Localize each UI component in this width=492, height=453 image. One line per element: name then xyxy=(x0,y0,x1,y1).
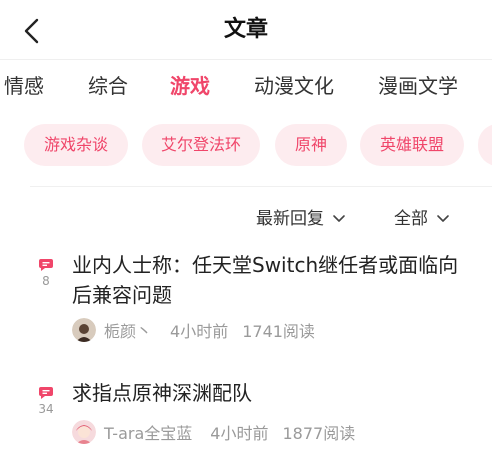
chevron-down-icon xyxy=(437,215,449,222)
avatar[interactable] xyxy=(72,318,96,342)
filter-dropdown[interactable]: 全部 xyxy=(394,206,450,232)
post-item[interactable]: 8 业内人士称：任天堂Switch继任者或面临向后兼容问题 栀颜丶 4小时前 1… xyxy=(0,248,492,348)
post-time: 4小时前 xyxy=(210,424,269,443)
view-count: 1877阅读 xyxy=(282,424,356,443)
article-list-page: 文章 情感 综合 游戏 动漫文化 漫画文学 游戏杂谈 艾尔登法环 原神 英雄联盟… xyxy=(0,0,492,453)
avatar[interactable] xyxy=(72,420,96,444)
post-title[interactable]: 业内人士称：任天堂Switch继任者或面临向后兼容问题 xyxy=(72,250,472,310)
author-name[interactable]: T-ara全宝蓝 xyxy=(104,420,192,444)
sort-bar: 最新回复 全部 xyxy=(0,202,492,236)
header-divider xyxy=(0,59,492,60)
sort-order-label: 最新回复 xyxy=(256,209,324,229)
post-item[interactable]: 34 求指点原神深渊配队 T-ara全宝蓝 4小时前 1877阅读 xyxy=(0,376,492,453)
tag-filter-row: 游戏杂谈 艾尔登法环 原神 英雄联盟 xyxy=(0,124,492,168)
tag-genshin[interactable]: 原神 xyxy=(275,124,347,166)
tag-elden-ring[interactable]: 艾尔登法环 xyxy=(142,124,260,166)
comment-bubble-icon xyxy=(39,259,53,271)
tag-more-partial[interactable] xyxy=(478,124,492,166)
tag-league-of-legends[interactable]: 英雄联盟 xyxy=(360,124,464,166)
reply-count: 34 xyxy=(38,402,54,416)
tab-emotion[interactable]: 情感 xyxy=(4,72,44,100)
tag-game-chat[interactable]: 游戏杂谈 xyxy=(24,124,128,166)
post-meta: T-ara全宝蓝 4小时前 1877阅读 xyxy=(72,418,355,446)
category-tabs: 情感 综合 游戏 动漫文化 漫画文学 xyxy=(0,62,492,110)
comment-bubble-icon xyxy=(39,387,53,399)
sort-order-dropdown[interactable]: 最新回复 xyxy=(256,206,346,232)
tab-games[interactable]: 游戏 xyxy=(170,72,210,100)
view-count: 1741阅读 xyxy=(242,322,315,341)
post-title[interactable]: 求指点原神深渊配队 xyxy=(72,378,472,408)
chevron-down-icon xyxy=(333,215,345,222)
tab-general[interactable]: 综合 xyxy=(88,72,128,100)
reply-count: 8 xyxy=(42,274,50,288)
tab-comic-literature[interactable]: 漫画文学 xyxy=(378,72,458,100)
tab-anime-culture[interactable]: 动漫文化 xyxy=(254,72,334,100)
filter-label: 全部 xyxy=(394,209,428,229)
post-time: 4小时前 xyxy=(170,322,229,341)
author-name[interactable]: 栀颜丶 xyxy=(104,318,152,342)
page-title: 文章 xyxy=(223,17,268,42)
top-bar: 文章 xyxy=(0,0,492,60)
section-divider xyxy=(30,186,492,187)
post-meta: 栀颜丶 4小时前 1741阅读 xyxy=(72,316,315,344)
